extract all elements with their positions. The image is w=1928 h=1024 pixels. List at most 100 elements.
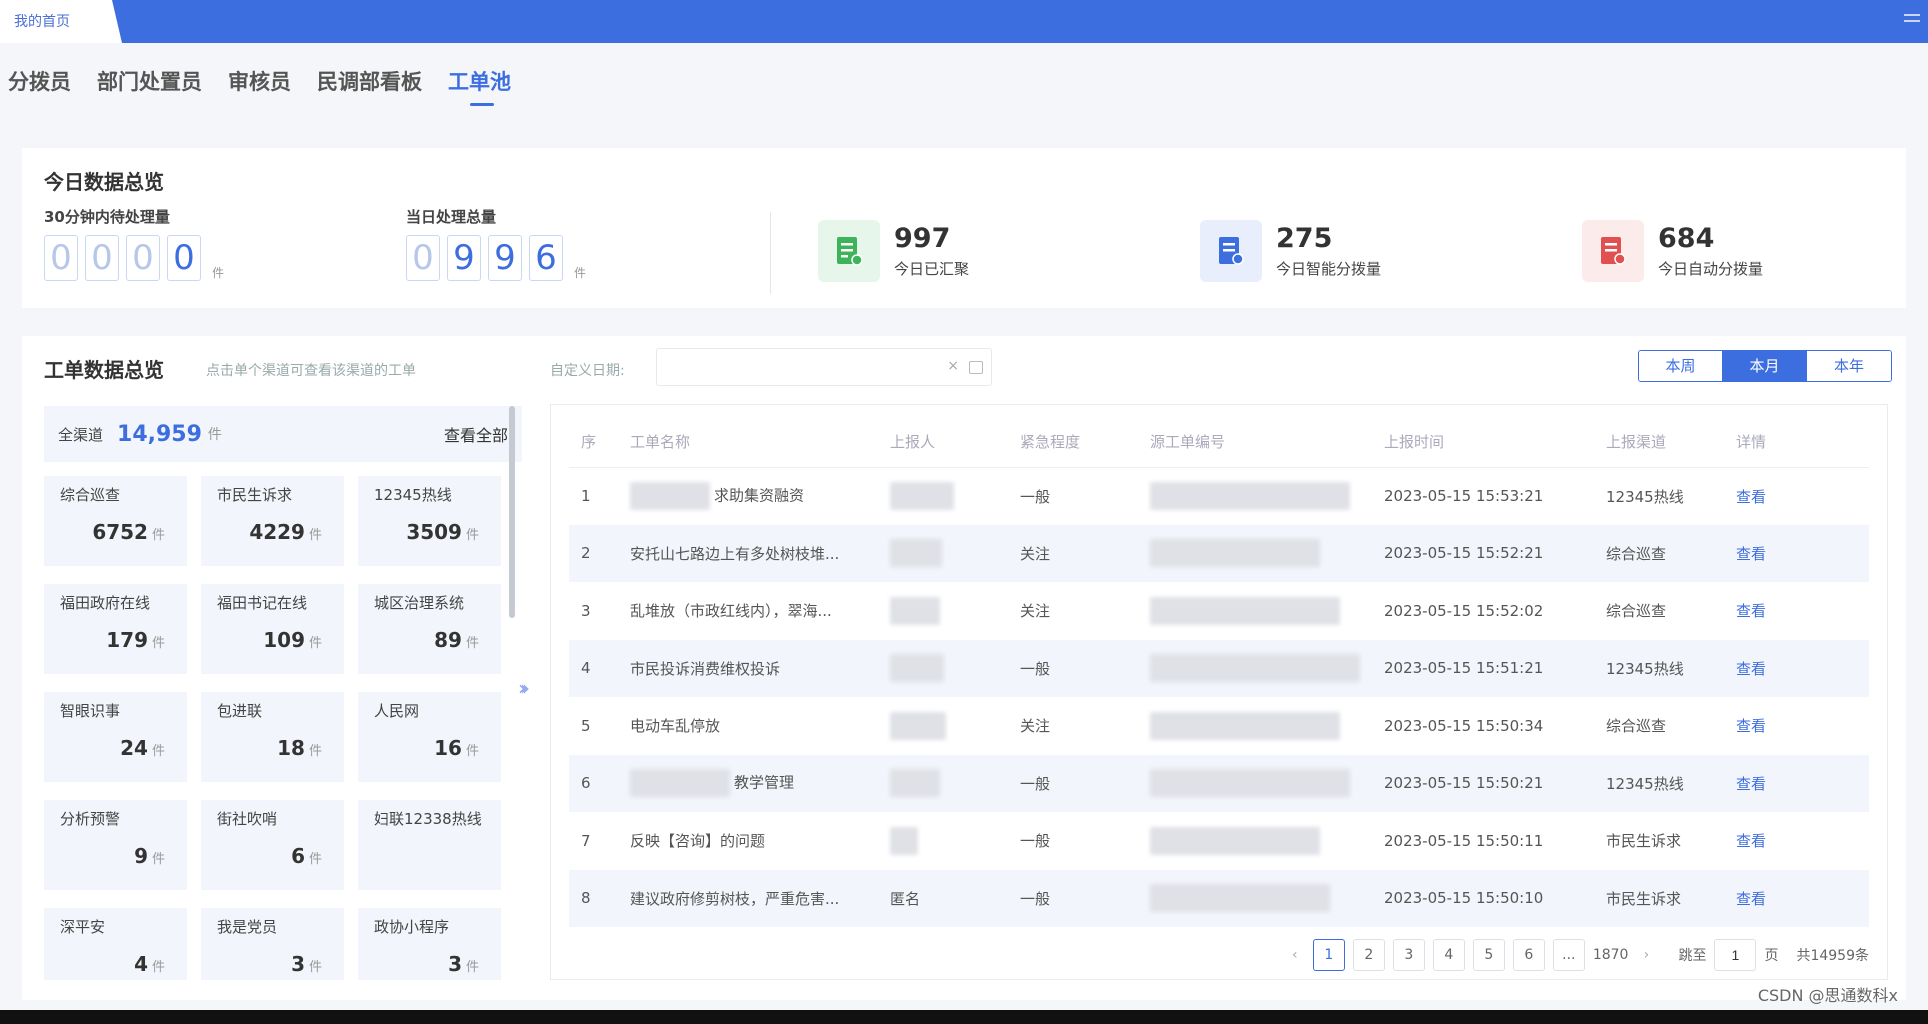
row-urgency: 关注 [1020,602,1051,621]
channel-name: 政协小程序 [374,918,450,936]
stat-smart-dispatch-value: 275 [1276,223,1333,254]
channel-tile[interactable]: 城区治理系统 89 件 [358,584,501,674]
stat-smart-dispatch: 275 今日智能分拨量 [1200,220,1381,282]
scrollbar[interactable] [509,406,515,618]
tab-work-order-pool[interactable]: 工单池 [448,66,511,106]
row-reporter-cell [889,812,1019,870]
channel-name: 综合巡查 [60,486,121,504]
channel-name: 人民网 [374,702,420,720]
page-button[interactable]: 1 [1312,939,1345,971]
goto-label: 跳至 [1678,948,1707,964]
tab-reviewer[interactable]: 审核员 [228,66,291,106]
channel-tile[interactable]: 综合巡查 6752 件 [44,476,187,566]
channel-name: 深平安 [60,918,106,936]
view-detail-link[interactable]: 查看 [1735,754,1869,812]
channel-tile[interactable]: 政协小程序 3 件 [358,908,501,980]
view-detail-link[interactable]: 查看 [1735,524,1869,582]
col-urgency: 紧急程度 [1019,417,1149,468]
row-urgency: 一般 [1019,869,1149,927]
view-detail-link[interactable]: 查看 [1735,869,1869,927]
col-detail: 详情 [1735,417,1869,468]
unit-label: 件 [308,744,322,759]
unit-label: 件 [308,528,322,543]
date-range-input[interactable]: × [656,348,992,386]
stat-smart-dispatch-label: 今日智能分拨量 [1276,260,1382,278]
row-urgency: 关注 [1020,717,1051,736]
tab-department-handler[interactable]: 部门处置员 [97,66,202,106]
channel-tile[interactable]: 智眼识事 24 件 [44,692,187,782]
col-reporter: 上报人 [889,417,1019,468]
row-seq: 8 [569,869,629,927]
view-detail-link[interactable]: 查看 [1735,812,1869,870]
view-detail-link[interactable]: 查看 [1735,697,1869,755]
redacted-block [890,539,942,568]
all-channels-row[interactable]: 全渠道 14,959 件 查看全部 [44,406,522,462]
redacted-block [1150,826,1320,855]
page-button[interactable]: 3 [1392,939,1425,971]
view-detail-link[interactable]: 查看 [1735,582,1869,640]
unit-label: 件 [151,744,165,759]
channel-tile[interactable]: 街社吹哨 6 件 [201,800,344,890]
prev-page-button[interactable]: ‹ [1285,947,1305,963]
channel-tile[interactable]: 市民生诉求 4229 件 [201,476,344,566]
table-row[interactable]: 3 乱堆放（市政红线内），翠海... 关注 2023-05-15 15:52:02 综合… [569,582,1869,640]
view-detail-link[interactable]: 查看 [1735,639,1869,697]
channel-tile[interactable]: 我是党员 3 件 [201,908,344,980]
page-ellipsis[interactable]: ... [1552,939,1585,971]
goto-page-input[interactable] [1714,939,1757,971]
channel-tile[interactable]: 福田书记在线 109 件 [201,584,344,674]
channel-count: 3件 [201,952,344,976]
period-week-button[interactable]: 本周 [1639,351,1723,381]
table-row[interactable]: 5 电动车乱停放 关注 2023-05-15 15:50:34 综合巡查 查看 [569,697,1869,755]
row-channel: 综合巡查 [1605,524,1735,582]
red-document-icon [1582,220,1644,282]
table-row[interactable]: 7 反映【咨询】的问题 一般 2023-05-15 15:50:11 市民生诉求 查看 [569,812,1869,870]
table-row[interactable]: 2 安托山七路边上有多处树枝堆... 关注 2023-05-15 15:52:21 综合… [569,524,1869,582]
row-name: 求助集资融资 [714,486,805,505]
channel-tile[interactable]: 深平安 4 件 [44,908,187,980]
view-all-link[interactable]: 查看全部 [444,422,508,446]
row-source-code-cell [1149,812,1383,870]
tab-dispatcher[interactable]: 分拨员 [8,66,71,106]
page-button[interactable]: 2 [1352,939,1385,971]
period-year-button[interactable]: 本年 [1807,351,1891,381]
channel-tile[interactable]: 人民网 16 件 [358,692,501,782]
row-urgency: 一般 [1019,754,1149,812]
page-button[interactable]: 4 [1432,939,1465,971]
redacted-block [630,482,710,510]
all-channels-label: 全渠道 [58,425,104,444]
tab-survey-board[interactable]: 民调部看板 [317,66,422,106]
clear-icon[interactable]: × [947,358,959,374]
double-arrow-icon[interactable]: ››› [518,676,530,700]
channel-tile[interactable]: 妇联12338热线 [358,800,501,890]
period-month-button[interactable]: 本月 [1723,351,1807,381]
table-row[interactable]: 8 建议政府修剪树枝，严重危害... 匿名 一般 2023-05-15 15:50:10… [569,869,1869,927]
redacted-block [1150,654,1360,683]
channel-count-value: 179 [106,628,148,652]
digit: 9 [447,235,481,281]
table-row[interactable]: 6 教学管理 一般 2023-05-15 15:50:21 12345热线 查看 [569,754,1869,812]
table-row[interactable]: 4 市民投诉消费维权投诉 一般 2023-05-15 15:51:21 12345热线查… [569,639,1869,697]
channel-tile[interactable]: 12345热线 3509 件 [358,476,501,566]
page-button[interactable]: 5 [1472,939,1505,971]
stat-auto-dispatch-value: 684 [1658,223,1715,254]
processed-today-counter: 当日处理总量 0 9 9 6 件 [406,206,586,281]
calendar-icon[interactable] [969,361,983,374]
table-row[interactable]: 1 求助集资融资 一般 2023-05-15 15:53:21 12345热线 查看 [569,467,1869,525]
table-header-row: 序 工单名称 上报人 紧急程度 源工单编号 上报时间 上报渠道 详情 [569,417,1869,468]
redacted-block [890,482,954,510]
col-channel: 上报渠道 [1605,417,1735,468]
menu-icon[interactable] [1904,14,1920,28]
channel-tile[interactable]: 包进联 18 件 [201,692,344,782]
last-page-button[interactable]: 1870 [1593,947,1629,963]
page-button[interactable]: 6 [1512,939,1545,971]
next-page-button[interactable]: › [1636,947,1656,963]
channel-tile[interactable]: 分析预警 9 件 [44,800,187,890]
date-filter-label: 自定义日期: [550,363,625,379]
channel-count-value: 4229 [249,520,305,544]
channel-tile[interactable]: 福田政府在线 179 件 [44,584,187,674]
view-detail-link[interactable]: 查看 [1735,467,1869,525]
row-channel: 12345热线 [1605,639,1735,697]
row-name-cell: 建议政府修剪树枝，严重危害... [629,869,889,927]
home-tab[interactable]: 我的首页 [0,0,122,43]
